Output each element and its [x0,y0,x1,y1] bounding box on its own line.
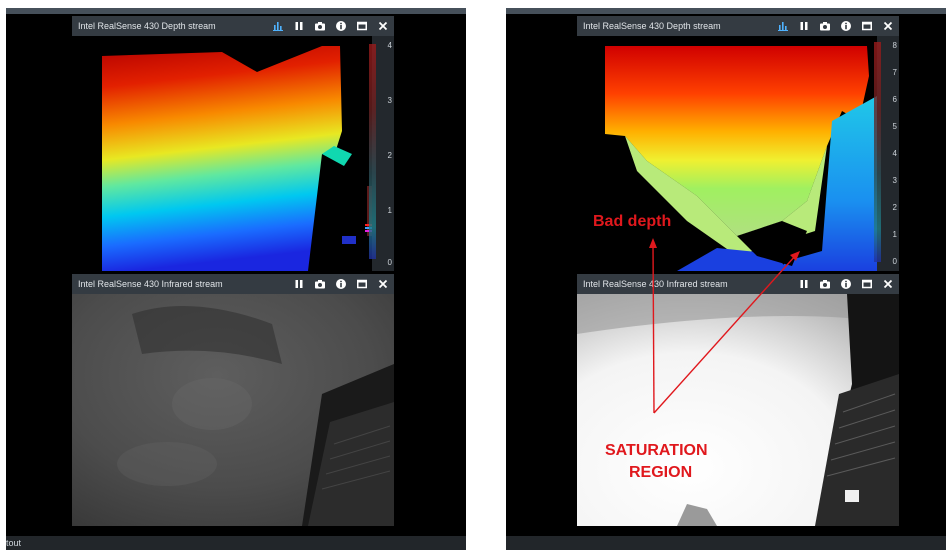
status-text: tout [6,538,22,548]
depth-scale-tick: 2 [387,151,392,160]
info-icon[interactable] [336,21,346,31]
bad-depth-label: Bad depth [593,213,672,230]
depth-scale-legend: 4 3 2 1 0 [369,36,394,271]
camera-icon[interactable] [315,279,325,289]
depth-image: 4 3 2 1 0 [72,36,394,271]
histogram-icon[interactable] [273,21,283,31]
close-icon[interactable] [378,279,388,289]
depth-scale-tick: 0 [387,258,392,267]
depth-scale-tick: 1 [387,206,392,215]
maximize-icon[interactable] [357,21,367,31]
saturation-label-line2: REGION [629,464,693,481]
depth-window-title: Intel RealSense 430 Depth stream [78,21,216,31]
pause-icon[interactable] [294,279,304,289]
annotation-arrows [649,238,800,414]
left-viewer-panel: Intel RealSense 430 Depth stream 4 3 2 1… [6,8,466,550]
maximize-icon[interactable] [357,279,367,289]
status-bar: tout [6,536,466,550]
infrared-window-title: Intel RealSense 430 Infrared stream [78,279,223,289]
infrared-image [72,294,394,526]
infrared-window-header: Intel RealSense 430 Infrared stream [72,274,394,294]
depth-window-header: Intel RealSense 430 Depth stream [72,16,394,36]
infrared-grayscale-image [72,294,394,526]
close-icon[interactable] [378,21,388,31]
status-bar [506,536,946,550]
right-viewer-panel: Intel RealSense 430 Depth stream 8 7 6 5… [506,8,946,550]
depth-scale-tick: 4 [387,41,392,50]
top-bar [6,8,466,14]
saturation-label-line1: SATURATION [605,442,708,459]
info-icon[interactable] [336,279,346,289]
infrared-stream-window: Intel RealSense 430 Infrared stream [72,274,394,526]
depth-stream-window: Intel RealSense 430 Depth stream [72,16,394,271]
camera-icon[interactable] [315,21,325,31]
pause-icon[interactable] [294,21,304,31]
depth-scale-tick: 3 [387,96,392,105]
depth-colormap-image [102,46,373,271]
